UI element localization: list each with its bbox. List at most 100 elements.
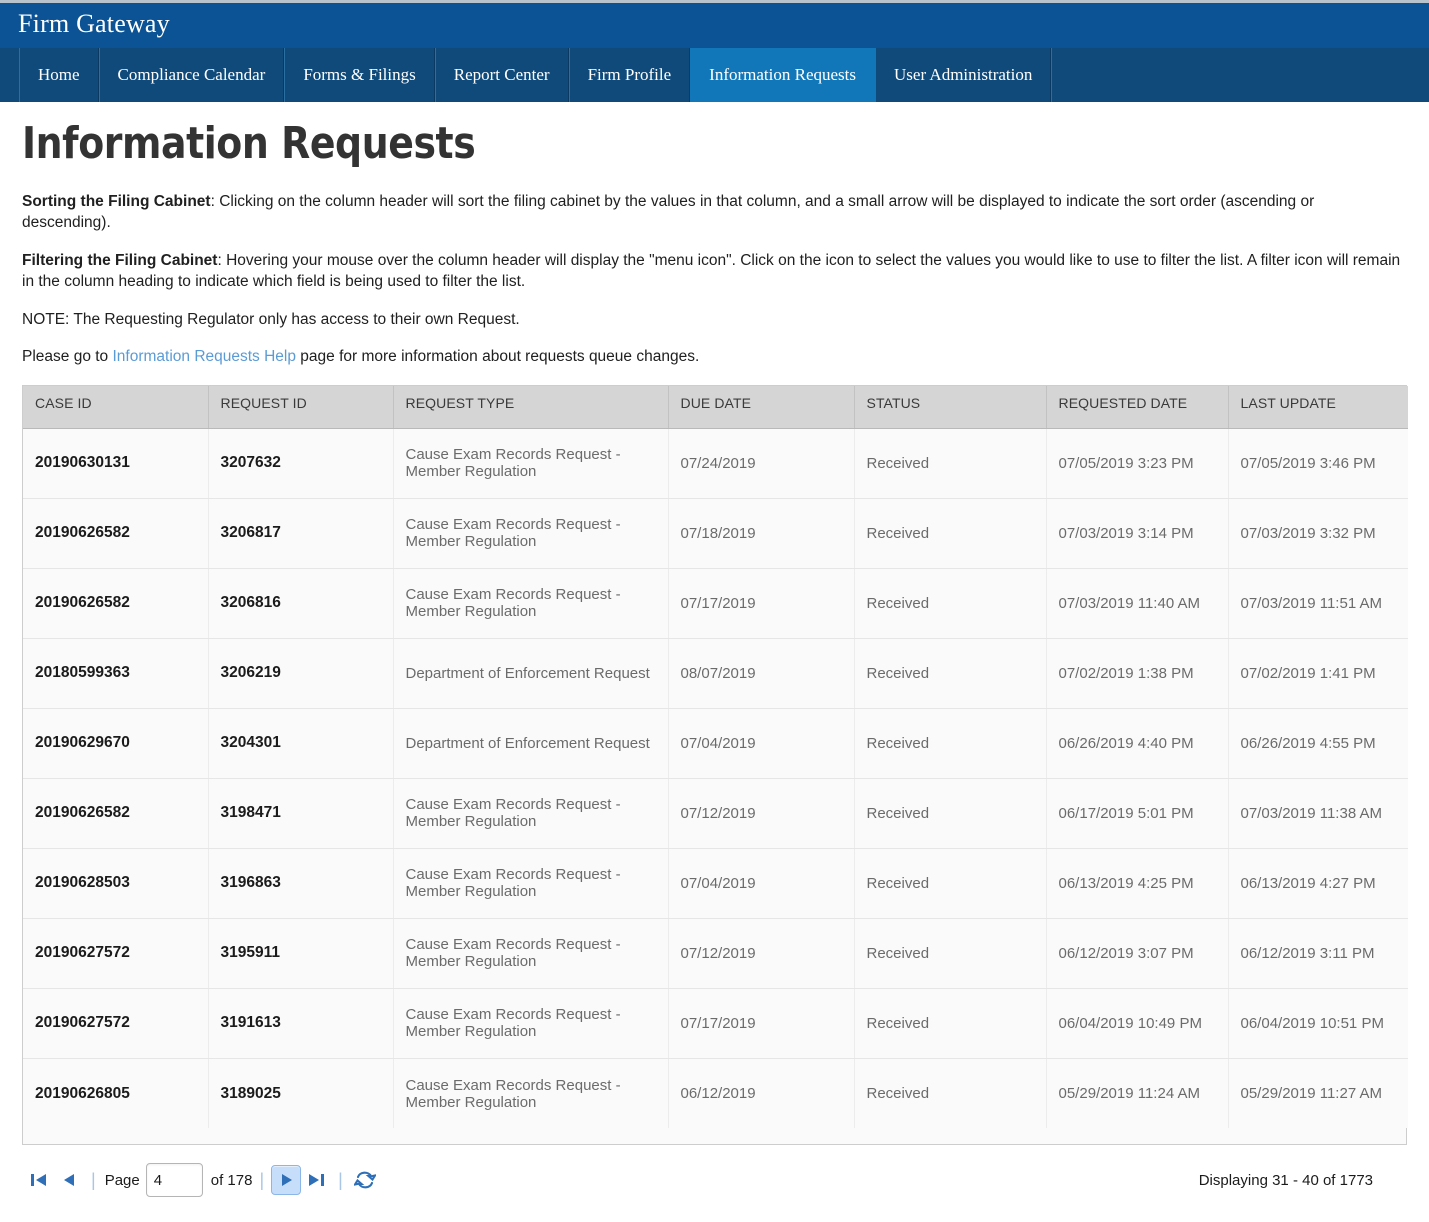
cell-due-date: 07/04/2019 [668,848,854,918]
column-header-request-id[interactable]: REQUEST ID [208,386,393,428]
help-paragraph: Please go to Information Requests Help p… [22,346,1407,367]
pager-divider: | [259,1171,264,1189]
table-row[interactable]: 201906296703204301Department of Enforcem… [23,708,1408,778]
cell-status: Received [854,568,1046,638]
cell-case-id: 20190628503 [23,848,208,918]
nav-tab-report-center[interactable]: Report Center [435,48,569,102]
cell-last-update: 06/13/2019 4:27 PM [1228,848,1408,918]
cell-request-type: Cause Exam Records Request - Member Regu… [393,918,668,988]
nav-tab-home[interactable]: Home [19,48,99,102]
refresh-icon[interactable] [350,1165,380,1195]
cell-request-type: Cause Exam Records Request - Member Regu… [393,778,668,848]
cell-requested-date: 06/13/2019 4:25 PM [1046,848,1228,918]
brand-title: Firm Gateway [18,11,170,40]
table-row[interactable]: 201906275723191613Cause Exam Records Req… [23,988,1408,1058]
first-page-icon[interactable] [24,1165,54,1195]
last-page-icon[interactable] [301,1165,331,1195]
cell-case-id: 20190626582 [23,568,208,638]
filtering-instructions: Filtering the Filing Cabinet: Hovering y… [22,250,1407,293]
cell-request-type: Department of Enforcement Request [393,638,668,708]
column-header-status[interactable]: STATUS [854,386,1046,428]
cell-request-id: 3206816 [208,568,393,638]
previous-page-icon[interactable] [54,1165,84,1195]
cell-status: Received [854,708,1046,778]
help-suffix: page for more information about requests… [296,348,699,365]
nav-tab-information-requests[interactable]: Information Requests [690,48,875,102]
cell-case-id: 20190627572 [23,988,208,1058]
cell-request-id: 3195911 [208,918,393,988]
table-header-row: CASE ID REQUEST ID REQUEST TYPE DUE DATE… [23,386,1408,428]
cell-request-type: Cause Exam Records Request - Member Regu… [393,848,668,918]
cell-requested-date: 07/02/2019 1:38 PM [1046,638,1228,708]
information-requests-help-link[interactable]: Information Requests Help [112,348,296,365]
table-body: 201906301313207632Cause Exam Records Req… [23,428,1408,1128]
table-row[interactable]: 201906268053189025Cause Exam Records Req… [23,1058,1408,1128]
cell-last-update: 07/03/2019 11:51 AM [1228,568,1408,638]
cell-due-date: 07/04/2019 [668,708,854,778]
filing-cabinet-grid: CASE ID REQUEST ID REQUEST TYPE DUE DATE… [22,385,1407,1145]
cell-due-date: 06/12/2019 [668,1058,854,1128]
filtering-instructions-label: Filtering the Filing Cabinet [22,252,217,269]
grid-bottom-spacer [23,1128,1406,1144]
table-row[interactable]: 201906265823206817Cause Exam Records Req… [23,498,1408,568]
column-header-requested-date[interactable]: REQUESTED DATE [1046,386,1228,428]
page-label: Page [105,1172,140,1189]
table-row[interactable]: 201906285033196863Cause Exam Records Req… [23,848,1408,918]
nav-filler [1051,48,1429,102]
next-page-icon[interactable] [271,1165,301,1195]
table-row[interactable]: 201906301313207632Cause Exam Records Req… [23,428,1408,498]
cell-request-id: 3206219 [208,638,393,708]
column-header-case-id[interactable]: CASE ID [23,386,208,428]
column-header-request-type[interactable]: REQUEST TYPE [393,386,668,428]
displaying-count-label: Displaying 31 - 40 of 1773 [1199,1172,1405,1189]
cell-last-update: 06/04/2019 10:51 PM [1228,988,1408,1058]
column-header-due-date[interactable]: DUE DATE [668,386,854,428]
cell-request-id: 3204301 [208,708,393,778]
nav-tab-label: User Administration [894,65,1032,85]
cell-requested-date: 06/17/2019 5:01 PM [1046,778,1228,848]
nav-tab-label: Information Requests [709,65,856,85]
table-row[interactable]: 201906265823206816Cause Exam Records Req… [23,568,1408,638]
pager-divider: | [91,1171,96,1189]
table-row[interactable]: 201906265823198471Cause Exam Records Req… [23,778,1408,848]
cell-requested-date: 06/26/2019 4:40 PM [1046,708,1228,778]
cell-due-date: 08/07/2019 [668,638,854,708]
nav-tab-firm-profile[interactable]: Firm Profile [569,48,691,102]
cell-request-id: 3196863 [208,848,393,918]
cell-request-id: 3206817 [208,498,393,568]
information-requests-table: CASE ID REQUEST ID REQUEST TYPE DUE DATE… [23,386,1408,1128]
cell-case-id: 20190626582 [23,778,208,848]
cell-requested-date: 05/29/2019 11:24 AM [1046,1058,1228,1128]
cell-due-date: 07/17/2019 [668,988,854,1058]
column-header-last-update[interactable]: LAST UPDATE [1228,386,1408,428]
cell-requested-date: 06/12/2019 3:07 PM [1046,918,1228,988]
cell-requested-date: 06/04/2019 10:49 PM [1046,988,1228,1058]
cell-request-type: Cause Exam Records Request - Member Regu… [393,568,668,638]
pager-divider: | [338,1171,343,1189]
cell-request-id: 3189025 [208,1058,393,1128]
nav-tab-forms-and-filings[interactable]: Forms & Filings [284,48,434,102]
cell-request-id: 3198471 [208,778,393,848]
page-content: Information Requests Sorting the Filing … [0,118,1429,1201]
cell-status: Received [854,988,1046,1058]
cell-case-id: 20190626805 [23,1058,208,1128]
filtering-instructions-text: : Hovering your mouse over the column he… [22,252,1400,290]
cell-status: Received [854,428,1046,498]
nav-tab-label: Compliance Calendar [118,65,266,85]
table-header: CASE ID REQUEST ID REQUEST TYPE DUE DATE… [23,386,1408,428]
cell-requested-date: 07/03/2019 3:14 PM [1046,498,1228,568]
page-total-label: of 178 [211,1172,253,1189]
cell-request-type: Cause Exam Records Request - Member Regu… [393,498,668,568]
cell-status: Received [854,498,1046,568]
nav-tab-user-administration[interactable]: User Administration [875,48,1051,102]
sorting-instructions: Sorting the Filing Cabinet: Clicking on … [22,191,1407,234]
table-row[interactable]: 201906275723195911Cause Exam Records Req… [23,918,1408,988]
help-prefix: Please go to [22,348,112,365]
cell-request-id: 3191613 [208,988,393,1058]
pagination-toolbar: | Page of 178 | | Displaying 31 - 40 of … [22,1159,1407,1201]
page-number-input[interactable] [146,1163,203,1197]
cell-last-update: 07/05/2019 3:46 PM [1228,428,1408,498]
table-row[interactable]: 201805993633206219Department of Enforcem… [23,638,1408,708]
cell-request-type: Department of Enforcement Request [393,708,668,778]
nav-tab-compliance-calendar[interactable]: Compliance Calendar [99,48,285,102]
